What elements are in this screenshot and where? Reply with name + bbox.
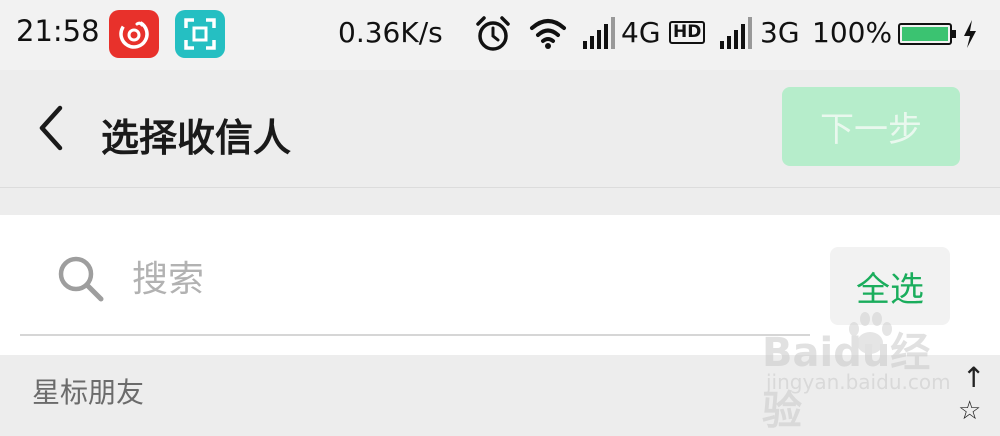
- chevron-left-icon: [39, 105, 63, 151]
- search-underline: [20, 334, 810, 336]
- network-type-label: 4G: [621, 16, 661, 49]
- search-icon: [55, 253, 107, 309]
- wifi-icon: [529, 16, 567, 54]
- battery-percent: 100%: [812, 16, 893, 49]
- alarm-clock-icon: [474, 15, 512, 57]
- signal-icon: [583, 17, 619, 53]
- battery-tip: [952, 30, 956, 38]
- index-bar-top-arrow[interactable]: ↑: [962, 361, 985, 394]
- back-button[interactable]: [26, 100, 76, 156]
- network-type-label: 3G: [760, 16, 800, 49]
- network-speed: 0.36K/s: [338, 16, 443, 49]
- section-title: 星标朋友: [32, 376, 145, 409]
- page-title: 选择收信人: [101, 116, 292, 160]
- battery-icon: [898, 23, 952, 45]
- baidu-jingyan-watermark: Baidu经验 jingyan.baidu.com: [760, 305, 951, 434]
- status-bar: 21:58 0.36K/s 4G HD 3G 100%: [0, 0, 1000, 70]
- charging-icon: [962, 20, 978, 52]
- hd-icon: HD: [669, 21, 706, 44]
- signal-icon: [720, 17, 756, 53]
- netease-music-icon: [109, 10, 159, 58]
- header: 选择收信人 下一步: [0, 70, 1000, 188]
- search-input[interactable]: [130, 250, 774, 308]
- next-step-button[interactable]: 下一步: [782, 87, 960, 166]
- battery-fill: [902, 27, 948, 41]
- clock-time: 21:58: [16, 14, 100, 48]
- scanner-icon: [175, 10, 225, 58]
- index-bar-star[interactable]: ☆: [958, 396, 981, 426]
- watermark-url: jingyan.baidu.com: [766, 370, 951, 394]
